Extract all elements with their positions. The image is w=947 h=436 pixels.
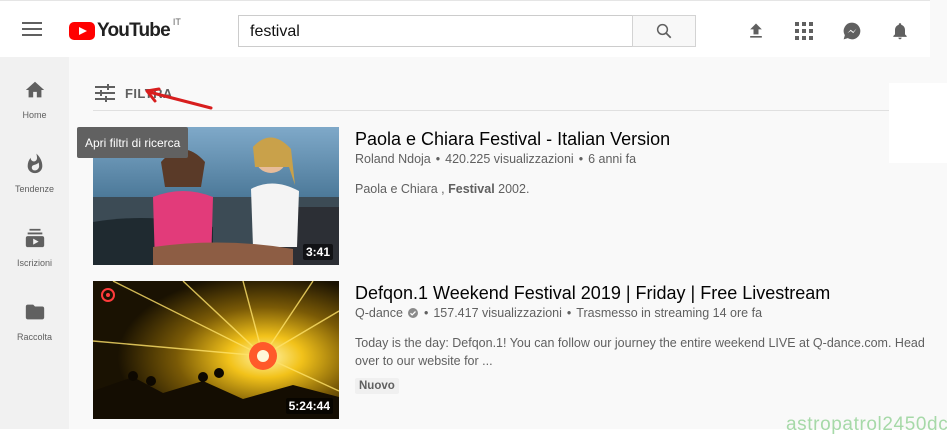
channel-name[interactable]: Q-dance bbox=[355, 306, 403, 320]
home-icon bbox=[25, 81, 44, 98]
upload-age: 6 anni fa bbox=[588, 152, 637, 166]
sidebar-item-label: Iscrizioni bbox=[16, 258, 52, 268]
sidebar-item-trending[interactable]: Tendenze bbox=[0, 153, 69, 215]
video-byline: Q-dance • 157.417 visualizzazioni • Tras… bbox=[355, 306, 763, 320]
sidebar-item-subscriptions[interactable]: Iscrizioni bbox=[0, 227, 69, 289]
video-title[interactable]: Defqon.1 Weekend Festival 2019 | Friday … bbox=[355, 281, 945, 305]
sidebar: Home Tendenze Iscrizioni Raccolta bbox=[0, 57, 69, 429]
search-box bbox=[238, 15, 696, 47]
video-duration: 5:24:44 bbox=[285, 398, 333, 414]
upload-icon[interactable] bbox=[745, 20, 767, 42]
sidebar-item-home[interactable]: Home bbox=[0, 79, 69, 141]
verified-icon bbox=[407, 308, 418, 318]
channel-name[interactable]: Roland Ndoja bbox=[355, 152, 431, 166]
stream-time: Trasmesso in streaming 14 ore fa bbox=[576, 306, 763, 320]
video-description: Paola e Chiara , Festival 2002. bbox=[355, 182, 530, 196]
apps-icon[interactable] bbox=[793, 20, 815, 42]
divider bbox=[93, 110, 946, 111]
video-duration: 3:41 bbox=[302, 244, 333, 260]
highlighted-term: Festival bbox=[448, 182, 495, 196]
video-byline: Roland Ndoja • 420.225 visualizzazioni •… bbox=[355, 152, 637, 166]
messages-icon[interactable] bbox=[841, 20, 863, 42]
view-count: 157.417 visualizzazioni bbox=[433, 306, 562, 320]
subscriptions-icon bbox=[25, 228, 44, 248]
masthead: YouTube IT bbox=[0, 0, 930, 57]
flame-icon bbox=[27, 153, 42, 174]
youtube-play-icon bbox=[69, 22, 95, 40]
filter-tooltip: Apri filtri di ricerca bbox=[77, 127, 189, 158]
logo-country-code: IT bbox=[172, 17, 181, 27]
new-badge: Nuovo bbox=[355, 378, 399, 394]
sidebar-item-library[interactable]: Raccolta bbox=[0, 301, 69, 363]
search-icon bbox=[656, 23, 672, 39]
sidebar-item-label: Home bbox=[22, 110, 47, 120]
search-input[interactable] bbox=[238, 15, 632, 47]
youtube-logo[interactable]: YouTube IT bbox=[69, 17, 181, 42]
notifications-icon[interactable] bbox=[889, 20, 911, 42]
video-meta: Defqon.1 Weekend Festival 2019 | Friday … bbox=[355, 281, 945, 394]
search-button[interactable] bbox=[632, 15, 696, 47]
folder-icon bbox=[25, 304, 44, 320]
sidebar-item-label: Tendenze bbox=[14, 184, 55, 194]
video-title[interactable]: Paola e Chiara Festival - Italian Versio… bbox=[355, 127, 945, 151]
watermark: astropatrol2450dc.it bbox=[786, 414, 947, 435]
video-thumbnail[interactable]: 5:24:44 bbox=[93, 281, 339, 419]
video-meta: Paola e Chiara Festival - Italian Versio… bbox=[355, 127, 945, 198]
logo-text: YouTube bbox=[97, 20, 171, 41]
view-count: 420.225 visualizzazioni bbox=[445, 152, 574, 166]
tune-icon bbox=[95, 84, 115, 102]
youtube-search-page: YouTube IT festival Home Tendenze Iscriz… bbox=[0, 0, 947, 436]
menu-icon[interactable] bbox=[22, 22, 42, 37]
sidebar-item-label: Raccolta bbox=[16, 332, 52, 342]
video-description: Today is the day: Defqon.1! You can foll… bbox=[355, 336, 925, 368]
